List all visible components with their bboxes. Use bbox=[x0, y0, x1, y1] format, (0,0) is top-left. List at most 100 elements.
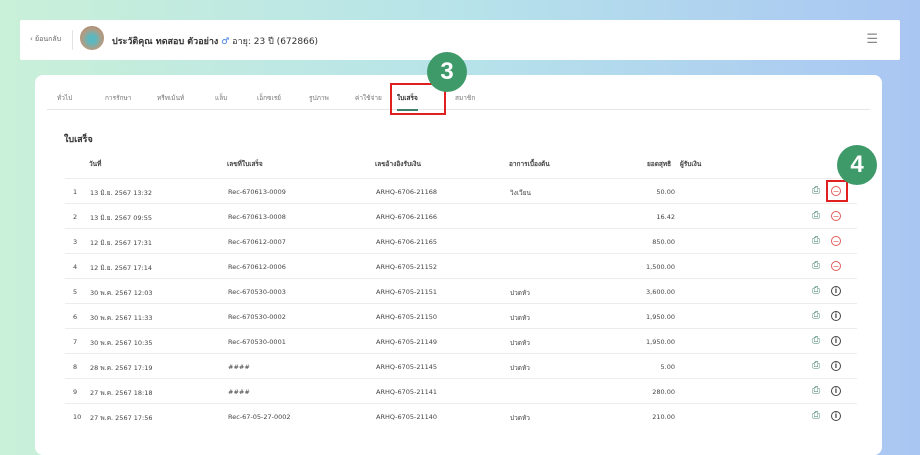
row-number: 7 bbox=[73, 338, 78, 346]
table-row: 1 13 มิ.ย. 2567 13:32 Rec-670613-0009 ARHQ-… bbox=[65, 178, 857, 203]
row-symptom: ปวดหัว bbox=[510, 364, 530, 372]
col-net-total: ยอดสุทธิ bbox=[647, 160, 672, 168]
row-date: 13 มิ.ย. 2567 09:55 bbox=[90, 214, 152, 222]
row-amount: 850.00 bbox=[652, 238, 675, 246]
tab-6[interactable]: ค่าใช้จ่าย bbox=[355, 93, 382, 103]
info-icon[interactable]: i bbox=[831, 311, 841, 321]
table-row: 8 28 พ.ค. 2567 17:19 #### ARHQ-6705-21145 ปว… bbox=[65, 353, 857, 378]
row-receipt-no: Rec-670613-0008 bbox=[228, 213, 286, 221]
row-amount: 1,950.00 bbox=[646, 313, 675, 321]
row-receipt-no: Rec-670530-0003 bbox=[228, 288, 286, 296]
cancel-receipt-icon[interactable]: − bbox=[831, 236, 841, 246]
back-label: ย้อนกลับ bbox=[35, 35, 62, 43]
row-payment-ref: ARHQ-6705-21149 bbox=[376, 338, 438, 346]
col-date: วันที่ bbox=[89, 160, 102, 168]
row-date: 30 พ.ค. 2567 12:03 bbox=[90, 289, 153, 297]
printer-icon[interactable]: ⎙ bbox=[810, 185, 822, 197]
row-date: 13 มิ.ย. 2567 13:32 bbox=[90, 189, 152, 197]
row-amount: 1,500.00 bbox=[646, 263, 675, 271]
col-receiver: ผู้รับเงิน bbox=[680, 160, 702, 168]
row-date: 30 พ.ค. 2567 11:33 bbox=[90, 314, 153, 322]
row-receipt-no: #### bbox=[228, 363, 250, 371]
row-number: 8 bbox=[73, 363, 78, 371]
hamburger-menu-icon[interactable]: ☰ bbox=[866, 32, 878, 47]
row-date: 12 มิ.ย. 2567 17:31 bbox=[90, 239, 152, 247]
content-card: ทั่วไป การรักษา ทรีทเม้นท์ แล็บ เอ็กซเรย์ รูป… bbox=[35, 75, 882, 455]
row-number: 10 bbox=[73, 413, 82, 421]
cancel-receipt-icon[interactable]: − bbox=[831, 211, 841, 221]
divider bbox=[72, 30, 73, 50]
row-amount: 5.00 bbox=[660, 363, 675, 371]
row-number: 2 bbox=[73, 213, 78, 221]
printer-icon[interactable]: ⎙ bbox=[810, 260, 822, 272]
tab-0[interactable]: ทั่วไป bbox=[57, 93, 72, 103]
printer-icon[interactable]: ⎙ bbox=[810, 235, 822, 247]
page-title: ประวัติคุณ ทดสอบ ตัวอย่าง ♂ อายุ: 23 ปี … bbox=[112, 34, 318, 48]
male-icon: ♂ bbox=[221, 37, 230, 47]
info-icon[interactable]: i bbox=[831, 286, 841, 296]
row-number: 9 bbox=[73, 388, 78, 396]
tab-5[interactable]: รูปภาพ bbox=[309, 93, 329, 103]
row-number: 3 bbox=[73, 238, 78, 246]
row-receipt-no: Rec-67-05-27-0002 bbox=[228, 413, 291, 421]
patient-name: ประวัติคุณ ทดสอบ ตัวอย่าง bbox=[112, 37, 219, 47]
step-3-badge: 3 bbox=[427, 52, 467, 92]
row-amount: 50.00 bbox=[656, 188, 675, 196]
row-receipt-no: Rec-670612-0007 bbox=[228, 238, 286, 246]
row-receipt-no: Rec-670530-0001 bbox=[228, 338, 286, 346]
table-row: 9 27 พ.ค. 2567 18:18 #### ARHQ-6705-21141 28… bbox=[65, 378, 857, 403]
tab-2[interactable]: ทรีทเม้นท์ bbox=[157, 93, 184, 103]
printer-icon[interactable]: ⎙ bbox=[810, 335, 822, 347]
printer-icon[interactable]: ⎙ bbox=[810, 385, 822, 397]
row-symptom: ปวดหัว bbox=[510, 289, 530, 297]
row-receipt-no: Rec-670530-0002 bbox=[228, 313, 286, 321]
avatar bbox=[80, 26, 104, 50]
tab-bar: ทั่วไป การรักษา ทรีทเม้นท์ แล็บ เอ็กซเรย์ รูป… bbox=[47, 89, 870, 111]
row-amount: 16.42 bbox=[656, 213, 675, 221]
row-date: 30 พ.ค. 2567 10:35 bbox=[90, 339, 153, 347]
row-payment-ref: ARHQ-6706-21168 bbox=[376, 188, 438, 196]
row-number: 5 bbox=[73, 288, 78, 296]
row-date: 28 พ.ค. 2567 17:19 bbox=[90, 364, 153, 372]
table-row: 10 27 พ.ค. 2567 17:56 Rec-67-05-27-0002 ARH… bbox=[65, 403, 857, 428]
back-button[interactable]: ‹ ย้อนกลับ bbox=[30, 34, 61, 45]
tab-3[interactable]: แล็บ bbox=[215, 93, 227, 103]
row-symptom: ปวดหัว bbox=[510, 414, 530, 422]
info-icon[interactable]: i bbox=[831, 411, 841, 421]
row-payment-ref: ARHQ-6705-21151 bbox=[376, 288, 438, 296]
row-receipt-no: #### bbox=[228, 388, 250, 396]
tab-4[interactable]: เอ็กซเรย์ bbox=[257, 93, 281, 103]
col-payment-ref: เลขอ้างอิงรับเงิน bbox=[375, 160, 421, 168]
tab-1[interactable]: การรักษา bbox=[105, 93, 131, 103]
row-payment-ref: ARHQ-6705-21145 bbox=[376, 363, 438, 371]
row-symptom: ปวดหัว bbox=[510, 339, 530, 347]
row-number: 4 bbox=[73, 263, 78, 271]
row-number: 6 bbox=[73, 313, 78, 321]
printer-icon[interactable]: ⎙ bbox=[810, 285, 822, 297]
table-row: 7 30 พ.ค. 2567 10:35 Rec-670530-0001 ARHQ-6… bbox=[65, 328, 857, 353]
cancel-receipt-icon[interactable]: − bbox=[831, 261, 841, 271]
row-amount: 210.00 bbox=[652, 413, 675, 421]
tab-8[interactable]: สมาชิก bbox=[455, 93, 475, 103]
row-payment-ref: ARHQ-6705-21152 bbox=[376, 263, 438, 271]
row-date: 27 พ.ค. 2567 18:18 bbox=[90, 389, 153, 397]
info-icon[interactable]: i bbox=[831, 361, 841, 371]
printer-icon[interactable]: ⎙ bbox=[810, 410, 822, 422]
row-payment-ref: ARHQ-6706-21165 bbox=[376, 238, 438, 246]
row-payment-ref: ARHQ-6705-21150 bbox=[376, 313, 438, 321]
printer-icon[interactable]: ⎙ bbox=[810, 210, 822, 222]
row-amount: 280.00 bbox=[652, 388, 675, 396]
printer-icon[interactable]: ⎙ bbox=[810, 310, 822, 322]
top-bar: ‹ ย้อนกลับ ประวัติคุณ ทดสอบ ตัวอย่าง ♂ อ… bbox=[20, 20, 900, 60]
info-icon[interactable]: i bbox=[831, 386, 841, 396]
highlight-cancel-button bbox=[826, 180, 848, 202]
row-receipt-no: Rec-670612-0006 bbox=[228, 263, 286, 271]
row-payment-ref: ARHQ-6706-21166 bbox=[376, 213, 438, 221]
row-payment-ref: ARHQ-6705-21141 bbox=[376, 388, 438, 396]
row-amount: 1,950.00 bbox=[646, 338, 675, 346]
printer-icon[interactable]: ⎙ bbox=[810, 360, 822, 372]
row-date: 12 มิ.ย. 2567 17:14 bbox=[90, 264, 152, 272]
info-icon[interactable]: i bbox=[831, 336, 841, 346]
row-symptom: วิงเวียน bbox=[510, 189, 531, 197]
row-number: 1 bbox=[73, 188, 78, 196]
